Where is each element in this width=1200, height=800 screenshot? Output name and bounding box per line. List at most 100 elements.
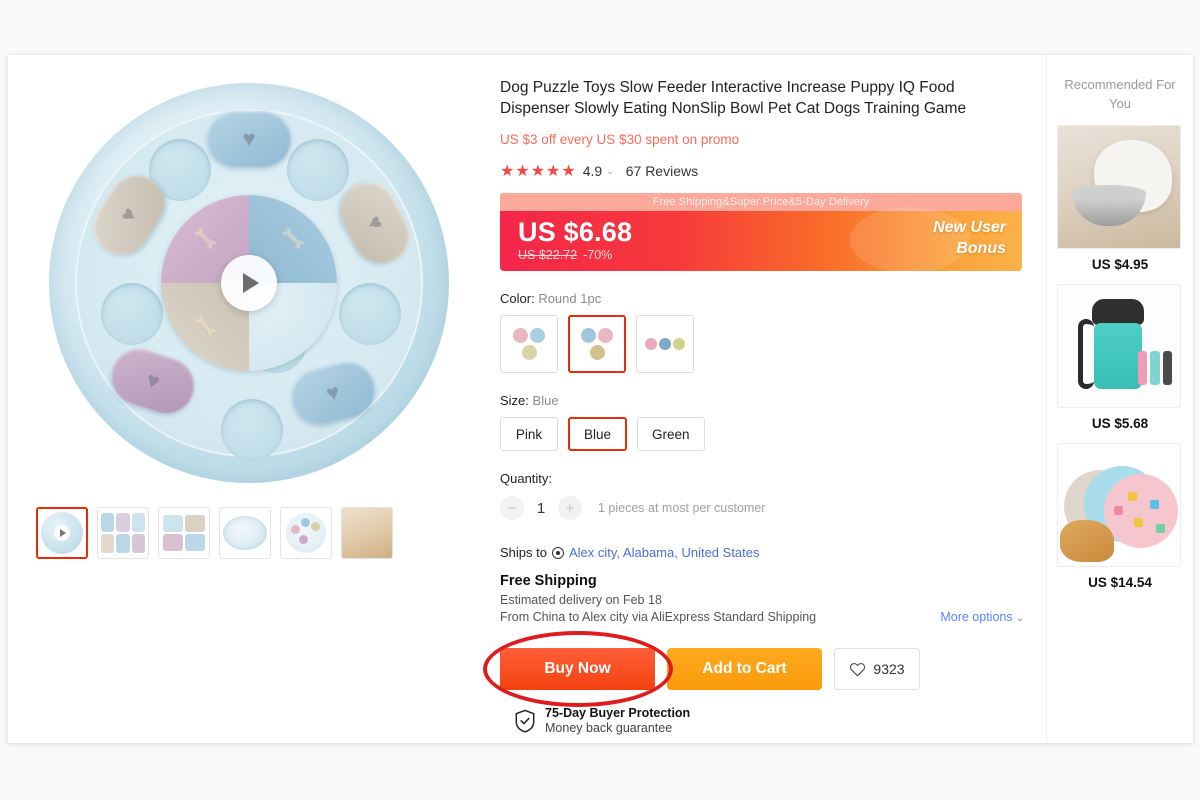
size-option-blue[interactable]: Blue (568, 417, 628, 451)
color-swatches (500, 315, 1024, 373)
recommended-price: US $5.68 (1091, 416, 1149, 431)
size-selected-value: Blue (532, 393, 559, 408)
puzzle-dot (1114, 506, 1123, 515)
puzzle-hole (101, 283, 163, 345)
color-swatch-paw[interactable] (500, 315, 558, 373)
size-options: Pink Blue Green (500, 417, 1024, 451)
chevron-down-icon[interactable]: ⌄ (606, 166, 614, 177)
bottle-body (1094, 323, 1142, 389)
heart-icon (850, 662, 866, 677)
thumbnail-art (101, 513, 145, 553)
play-icon[interactable] (221, 255, 277, 311)
bonus-line-2: Bonus (956, 240, 1006, 257)
shield-check-icon (515, 709, 535, 733)
wishlist-button[interactable]: 9323 (834, 648, 920, 690)
shipping-destination[interactable]: Alex city, Alabama, United States (569, 545, 760, 560)
puzzle-dot (1128, 492, 1137, 501)
shipping-route: From China to Alex city via AliExpress S… (500, 610, 1024, 624)
thumbnail-art (163, 515, 205, 551)
add-to-cart-button[interactable]: Add to Cart (667, 648, 822, 690)
more-options-text: More options (940, 610, 1013, 624)
heart-icon: ♥ (143, 366, 164, 395)
heart-icon: ♥ (242, 126, 256, 151)
shipping-route-text: From China to Alex city via AliExpress S… (500, 610, 817, 624)
page-title: Dog Puzzle Toys Slow Feeder Interactive … (500, 79, 967, 117)
protection-title: 75-Day Buyer Protection (545, 706, 691, 720)
buy-now-button[interactable]: Buy Now (500, 648, 655, 690)
product-gallery: ♥ ♥ ♥ ♥ ♥ 🦴 🦴 🦴 (8, 55, 500, 743)
quantity-value[interactable]: 1 (534, 500, 548, 517)
original-price: US $22.72 (518, 248, 578, 262)
estimated-delivery: Estimated delivery on Feb 18 (500, 593, 662, 607)
steel-bowl (1072, 185, 1146, 226)
quantity-increase-button[interactable]: + (558, 496, 582, 520)
product-info: Dog Puzzle Toys Slow Feeder Interactive … (483, 55, 1046, 743)
recommended-price: US $14.54 (1088, 575, 1152, 590)
quantity-decrease-button[interactable]: − (500, 496, 524, 520)
protection-subtitle: Money back guarantee (545, 721, 673, 735)
recommended-title: Recommended For You (1064, 77, 1176, 111)
recommended-price: US $4.95 (1091, 257, 1149, 272)
location-pin-icon (551, 546, 564, 559)
rating-row[interactable]: ★★★★★ 4.9 ⌄ 67 Reviews (500, 161, 1024, 181)
swatch-art (645, 338, 685, 350)
bottle-color-variants (1138, 351, 1172, 385)
swatch-art (577, 328, 617, 360)
heart-icon: ♥ (323, 378, 343, 407)
swatch-art (509, 328, 549, 360)
cat-drinking-illustration (1058, 126, 1180, 248)
thumbnail-pair[interactable] (158, 507, 210, 559)
recommended-sidebar: Recommended For You US $4.95 US $5.68 US… (1046, 55, 1193, 743)
ships-to-row: Ships to Alex city, Alabama, United Stat… (500, 545, 1024, 560)
puzzle-dot (1150, 500, 1159, 509)
recommended-image-puzzle-discs[interactable] (1057, 443, 1181, 567)
thumbnail-art (342, 508, 392, 558)
puzzle-dot (1156, 524, 1165, 533)
bottle-strap (1078, 319, 1094, 389)
puzzle-slider-heart: ♥ (207, 111, 291, 167)
recommended-image-cat-bowl[interactable] (1057, 125, 1181, 249)
new-user-bonus-badge: New User Bonus (933, 217, 1006, 259)
dog-photo (1060, 520, 1114, 562)
bone-icon: 🦴 (192, 228, 218, 251)
promo-text[interactable]: US $3 off every US $30 spent on promo (500, 132, 1024, 147)
recommended-image-water-bottle[interactable] (1057, 284, 1181, 408)
thumbnail-bumpy-bowl[interactable] (219, 507, 271, 559)
thumbnail-strip (30, 507, 500, 559)
chevron-down-icon: ⌄ (1015, 613, 1024, 624)
color-swatch-round[interactable] (568, 315, 626, 373)
puzzle-toy-illustration: ♥ ♥ ♥ ♥ ♥ 🦴 🦴 🦴 (49, 83, 449, 483)
free-shipping-heading: Free Shipping (500, 573, 597, 589)
main-product-image[interactable]: ♥ ♥ ♥ ♥ ♥ 🦴 🦴 🦴 (30, 73, 468, 493)
price-banner: Free Shipping&Super Price&5-Day Delivery… (500, 193, 1022, 271)
thumbnail-video[interactable] (36, 507, 88, 559)
puzzle-slider-heart: ♥ (285, 355, 381, 431)
recommended-item[interactable]: US $5.68 (1057, 284, 1183, 431)
quantity-label: Quantity: (500, 471, 553, 486)
bone-icon: 🦴 (192, 316, 218, 339)
banner-strip-text: Free Shipping&Super Price&5-Day Delivery (500, 193, 1022, 211)
reviews-count[interactable]: 67 Reviews (626, 163, 698, 179)
bottle-cap (1092, 299, 1144, 325)
size-option-green[interactable]: Green (637, 417, 705, 451)
heart-icon: ♥ (114, 202, 143, 227)
puzzle-slider-heart: ♥ (330, 172, 420, 274)
thumbnail-infographic[interactable] (97, 507, 149, 559)
bonus-line-1: New User (933, 219, 1006, 236)
quantity-stepper: − 1 + 1 pieces at most per customer (500, 496, 1024, 520)
color-swatch-bone[interactable] (636, 315, 694, 373)
color-label: Color: Round 1pc (500, 291, 1024, 306)
thumbnail-lifestyle[interactable] (341, 507, 393, 559)
thumbnail-art (223, 516, 267, 550)
thumbnail-paw-toy[interactable] (280, 507, 332, 559)
buyer-protection: 75-Day Buyer Protection Money back guara… (500, 706, 1024, 735)
recommended-item[interactable]: US $14.54 (1057, 443, 1183, 590)
star-rating-icon: ★★★★★ (500, 163, 577, 180)
rating-value: 4.9 (582, 163, 603, 179)
wishlist-count: 9323 (873, 661, 905, 677)
color-label-text: Color: (500, 291, 535, 306)
more-options-link[interactable]: More options ⌄ (940, 610, 1024, 624)
recommended-item[interactable]: US $4.95 (1057, 125, 1183, 272)
size-option-pink[interactable]: Pink (500, 417, 558, 451)
puzzle-hole (221, 399, 283, 461)
